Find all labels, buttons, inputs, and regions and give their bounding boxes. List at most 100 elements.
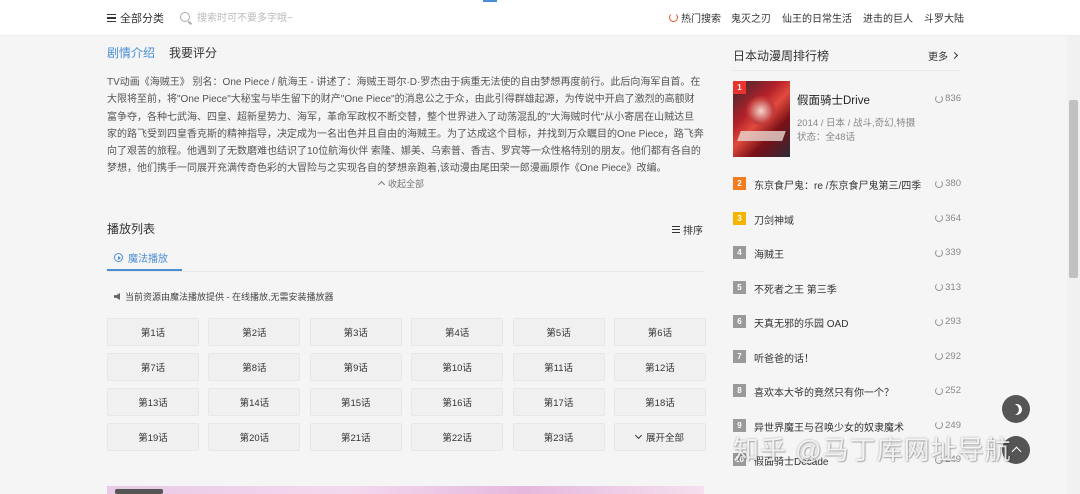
synopsis-text: TV动画《海贼王》 别名：One Piece / 航海王 - 讲述了：海贼王哥尔…	[107, 77, 704, 175]
ranking-item[interactable]: 5 不死者之王 第三季 313	[733, 280, 961, 296]
fire-icon	[935, 317, 944, 326]
rank-badge: 2	[733, 177, 746, 190]
banner-thumbnail	[115, 489, 163, 494]
ranking-top-item[interactable]: 1 假面骑士Drive 2014 / 日本 / 战斗,奇幻,特摄 状态：全48话…	[733, 81, 961, 157]
hot-link[interactable]: 斗罗大陆	[924, 10, 964, 25]
tab-magic-play[interactable]: 魔法播放	[107, 250, 168, 265]
episode-button[interactable]: 第20话	[208, 423, 301, 451]
expand-all-label: 展开全部	[645, 433, 684, 444]
scrollbar-thumb[interactable]	[1069, 100, 1078, 278]
collapse-all-button[interactable]: 收起全部	[377, 177, 424, 190]
fire-icon	[935, 421, 944, 429]
chevron-down-icon	[634, 431, 642, 440]
hot-link[interactable]: 鬼灭之刃	[731, 10, 771, 25]
score-value: 293	[945, 316, 961, 327]
episode-button[interactable]: 第10话	[411, 353, 504, 381]
episode-button[interactable]: 第8话	[208, 353, 301, 381]
episode-button[interactable]: 第15话	[309, 388, 402, 416]
all-categories-label: 全部分类	[120, 13, 164, 25]
episode-button[interactable]: 第22话	[411, 423, 504, 451]
top-nav: 全部分类 搜索时可不要多字哦~ 热门搜索 鬼灭之刃 仙王的日常生活 进击的巨人 …	[0, 0, 1080, 36]
sort-button[interactable]: 排序	[672, 222, 703, 237]
chevron-up-icon	[377, 180, 386, 189]
score-value: 292	[945, 350, 961, 362]
episode-button[interactable]: 第4话	[411, 318, 504, 346]
episode-button[interactable]: 第9话	[309, 353, 402, 381]
episode-button[interactable]: 第16话	[411, 388, 504, 416]
tab-synopsis[interactable]: 剧情介绍	[107, 44, 155, 61]
score-value: 364	[945, 212, 961, 224]
expand-all-button[interactable]: 展开全部	[613, 423, 706, 451]
top-item-status: 状态：全48话	[797, 132, 856, 143]
top-item-title[interactable]: 假面骑士Drive	[797, 92, 870, 108]
rank-badge: 7	[733, 349, 746, 363]
ranking-item[interactable]: 2 东京食尸鬼：re /东京食尸鬼第三/四季 380	[733, 176, 961, 192]
ranking-item[interactable]: 6 天真无邪的乐园 OAD 293	[733, 314, 961, 330]
tab-rating[interactable]: 我要评分	[169, 44, 217, 61]
ranking-item-title[interactable]: 海贼王	[754, 246, 784, 261]
ranking-item-title[interactable]: 天真无邪的乐园 OAD	[754, 315, 848, 330]
ranking-item-title[interactable]: 不死者之王 第三季	[754, 281, 837, 296]
fire-icon	[935, 214, 944, 222]
ranking-item-title[interactable]: 东京食尸鬼：re /东京食尸鬼第三/四季	[754, 177, 921, 192]
episode-button[interactable]: 第3话	[309, 318, 402, 346]
all-categories-button[interactable]: 全部分类	[107, 10, 164, 26]
episode-button[interactable]: 第19话	[107, 423, 199, 451]
intro-tabs: 剧情介绍 我要评分	[107, 44, 217, 61]
fire-icon	[935, 179, 944, 188]
play-icon	[114, 253, 123, 262]
ranking-title: 日本动漫周排行榜	[733, 49, 830, 63]
score-value: 339	[945, 247, 961, 258]
hot-link[interactable]: 进击的巨人	[863, 10, 913, 25]
score-value: 380	[945, 178, 961, 189]
fire-icon	[935, 352, 944, 360]
hot-link[interactable]: 仙王的日常生活	[782, 10, 852, 25]
source-tab-label: 魔法播放	[128, 254, 168, 265]
ranking-item-title[interactable]: 刀剑神域	[754, 212, 794, 227]
ranking-item[interactable]: 8 喜欢本大爷的竟然只有你一个？ 252	[733, 383, 961, 399]
nav-accent	[483, 0, 497, 2]
ranking-item[interactable]: 3 刀剑神域 364	[733, 211, 961, 227]
episode-button[interactable]: 第7话	[107, 353, 199, 381]
episode-button[interactable]: 第11话	[512, 353, 605, 381]
episode-button[interactable]: 第23话	[512, 423, 605, 451]
playlist-title: 播放列表	[107, 222, 156, 236]
arrow-up-icon	[1011, 446, 1021, 457]
episode-button[interactable]: 第5话	[512, 318, 605, 346]
banner-image[interactable]	[107, 486, 704, 494]
rank-badge: 4	[733, 246, 746, 259]
score-value: 313	[945, 281, 961, 293]
episode-button[interactable]: 第13话	[107, 388, 199, 416]
ranking-item[interactable]: 4 海贼王 339	[733, 245, 961, 261]
episode-button[interactable]: 第17话	[512, 388, 605, 416]
episode-button[interactable]: 第14话	[208, 388, 301, 416]
ranking-item-score: 293	[935, 316, 961, 327]
search-input[interactable]: 搜索时可不要多字哦~	[180, 9, 293, 24]
source-notice-text: 当前资源由魔法播放提供 - 在线播放,无需安装播放器	[125, 292, 334, 302]
hamburger-icon	[107, 14, 116, 22]
ranking-item-title[interactable]: 喜欢本大爷的竟然只有你一个？	[754, 384, 894, 399]
episode-grid: 第1话 第2话 第3话 第4话 第5话 第6话 第7话 第8话 第9话 第10话 第11话 第12话第…	[107, 318, 706, 451]
episode-button[interactable]: 第12话	[613, 353, 706, 381]
more-button[interactable]: 更多	[928, 48, 959, 63]
ranking-item-score: 339	[935, 247, 961, 258]
rank-badge: 8	[733, 384, 746, 397]
page: 全部分类 搜索时可不要多字哦~ 热门搜索 鬼灭之刃 仙王的日常生活 进击的巨人 …	[0, 0, 1080, 494]
ranking-item-title[interactable]: 听爸爸的话！	[754, 350, 814, 365]
episode-button[interactable]: 第18话	[613, 388, 706, 416]
episode-button[interactable]: 第1话	[107, 318, 199, 346]
top-item-meta: 2014 / 日本 / 战斗,奇幻,特摄	[797, 118, 916, 129]
fire-icon	[935, 283, 944, 291]
episode-button[interactable]: 第2话	[208, 318, 301, 346]
scrollbar[interactable]	[1067, 36, 1080, 494]
hot-search-text: 热门搜索	[681, 14, 721, 25]
ranking-item[interactable]: 7 听爸爸的话！ 292	[733, 349, 961, 365]
episode-button[interactable]: 第6话	[613, 318, 706, 346]
fire-icon	[935, 248, 944, 257]
hot-search-label: 热门搜索	[669, 10, 721, 25]
episode-button[interactable]: 第21话	[309, 423, 402, 451]
theme-toggle-button[interactable]	[1002, 395, 1030, 423]
ranking-item-score: 249	[935, 420, 961, 431]
moon-icon	[1009, 402, 1023, 416]
rank-badge: 6	[733, 315, 746, 328]
